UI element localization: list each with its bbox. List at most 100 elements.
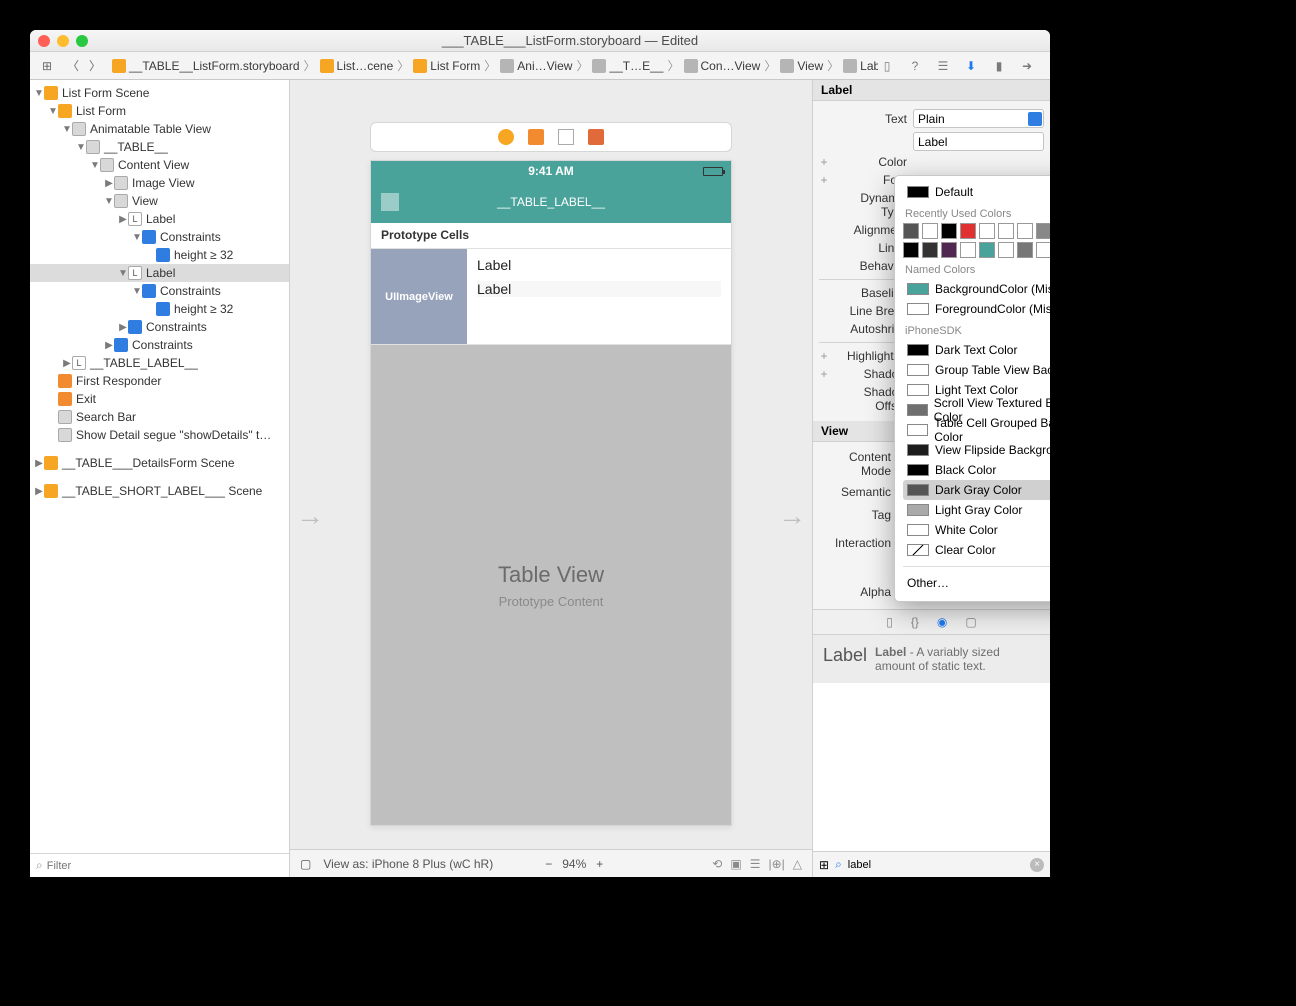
color-option[interactable]: View Flipside Background Color — [903, 440, 1050, 460]
outline-row[interactable]: ▼LLabel — [30, 264, 289, 282]
outline-row[interactable]: Show Detail segue "showDetails" t… — [30, 426, 289, 444]
outline-row[interactable]: First Responder — [30, 372, 289, 390]
breadcrumb-item[interactable]: Label — [843, 59, 878, 73]
view-as-label[interactable]: View as: iPhone 8 Plus (wC hR) — [323, 857, 493, 871]
color-option[interactable]: Clear Color — [903, 540, 1050, 560]
outline-row[interactable]: height ≥ 32 — [30, 246, 289, 264]
color-swatch[interactable] — [1017, 223, 1033, 239]
cell-image-view[interactable]: UIImageView — [371, 249, 467, 344]
filter-input[interactable] — [47, 860, 283, 872]
library-tabs[interactable]: ▯ {} ◉ ▢ — [813, 609, 1050, 635]
outline-row[interactable]: ▶L__TABLE_LABEL__ — [30, 354, 289, 372]
resolve-icon[interactable]: △ — [793, 857, 802, 871]
nav-back[interactable]: 〈 — [64, 57, 82, 75]
outline-row[interactable]: ▼Constraints — [30, 228, 289, 246]
outline-toggle-icon[interactable]: ⊞ — [38, 57, 56, 75]
color-option[interactable]: ForegroundColor (Missing) — [903, 299, 1050, 319]
color-swatch[interactable] — [922, 223, 938, 239]
color-option[interactable]: Black Color — [903, 460, 1050, 480]
outline-filter[interactable]: ⌕ — [30, 853, 289, 877]
pin-icon[interactable]: |⊕| — [768, 857, 784, 871]
color-swatch[interactable] — [979, 223, 995, 239]
update-frames-icon[interactable]: ⟲ — [712, 857, 722, 871]
outline-row[interactable]: ▶Constraints — [30, 318, 289, 336]
breadcrumb-item[interactable]: Ani…View — [500, 59, 572, 73]
outline-row[interactable]: ▶Image View — [30, 174, 289, 192]
lib-file-icon[interactable]: ▯ — [886, 615, 893, 629]
color-swatch[interactable] — [998, 242, 1014, 258]
color-swatch[interactable] — [903, 242, 919, 258]
text-value-field[interactable]: Label — [913, 132, 1044, 151]
color-option[interactable]: Dark Text Color — [903, 340, 1050, 360]
outline-row[interactable]: ▶Constraints — [30, 336, 289, 354]
attributes-inspector-icon[interactable]: ⬇ — [962, 57, 980, 75]
lib-code-icon[interactable]: {} — [911, 615, 919, 629]
recent-swatches-row1[interactable] — [903, 223, 1050, 239]
outline-row[interactable]: ▶__TABLE_SHORT_LABEL___ Scene — [30, 482, 289, 500]
color-option[interactable]: White Color — [903, 520, 1050, 540]
library-filter[interactable]: ⊞ ⌕ × — [813, 851, 1050, 877]
color-swatch[interactable] — [903, 223, 919, 239]
text-type-select[interactable]: Plain — [913, 109, 1044, 128]
outline-row[interactable]: ▼Constraints — [30, 282, 289, 300]
color-swatch[interactable] — [1017, 242, 1033, 258]
lib-object-icon[interactable]: ◉ — [937, 615, 947, 629]
add-color[interactable]: + — [819, 155, 829, 169]
color-swatch[interactable] — [922, 242, 938, 258]
scene-toolbar[interactable] — [370, 122, 732, 152]
color-swatch[interactable] — [960, 223, 976, 239]
color-option[interactable]: Table Cell Grouped Background Color — [903, 420, 1050, 440]
color-swatch[interactable] — [941, 242, 957, 258]
exit-icon[interactable] — [558, 129, 574, 145]
prototype-cell[interactable]: UIImageView Label Label — [371, 249, 731, 345]
color-option[interactable]: BackgroundColor (Missing) — [903, 279, 1050, 299]
color-option[interactable]: Light Gray Color — [903, 500, 1050, 520]
breadcrumb-item[interactable]: __TABLE__ListForm.storyboard — [112, 59, 300, 73]
identity-inspector-icon[interactable]: ☰ — [934, 57, 952, 75]
color-default[interactable]: Default — [903, 182, 1050, 202]
exit-icon-2[interactable] — [588, 129, 604, 145]
outline-row[interactable]: Search Bar — [30, 408, 289, 426]
vc-icon[interactable] — [498, 129, 514, 145]
clear-filter[interactable]: × — [1030, 858, 1044, 872]
outline-row[interactable]: ▼View — [30, 192, 289, 210]
add-font[interactable]: + — [819, 173, 829, 187]
align-icon[interactable]: ☰ — [750, 857, 761, 871]
outline-row[interactable]: Exit — [30, 390, 289, 408]
color-swatch[interactable] — [979, 242, 995, 258]
outline-row[interactable]: height ≥ 32 — [30, 300, 289, 318]
recent-swatches-row2[interactable] — [903, 242, 1050, 258]
lib-media-icon[interactable]: ▢ — [965, 615, 976, 629]
breadcrumb-item[interactable]: Con…View — [684, 59, 761, 73]
close-window[interactable] — [38, 35, 50, 47]
cell-label-1[interactable]: Label — [477, 257, 721, 273]
color-swatch[interactable] — [1036, 242, 1050, 258]
breadcrumb-item[interactable]: List Form — [413, 59, 480, 73]
breadcrumb-item[interactable]: View — [780, 59, 823, 73]
color-swatch[interactable] — [998, 223, 1014, 239]
zoom-in[interactable]: + — [596, 857, 603, 871]
nav-forward[interactable]: 〉 — [86, 57, 104, 75]
outline-tree[interactable]: ▼List Form Scene▼List Form▼Animatable Ta… — [30, 80, 289, 853]
color-option[interactable]: Dark Gray Color — [903, 480, 1050, 500]
connections-inspector-icon[interactable]: ➜ — [1018, 57, 1036, 75]
breadcrumb-item[interactable]: __T…E__ — [592, 59, 663, 73]
device-config-icon[interactable]: ▢ — [300, 857, 311, 871]
color-swatch[interactable] — [1036, 223, 1050, 239]
embed-icon[interactable]: ▣ — [730, 857, 741, 871]
color-picker-popover[interactable]: Default Recently Used Colors Named Color… — [894, 175, 1050, 602]
cell-label-2-selected[interactable]: Label — [477, 281, 721, 297]
help-inspector-icon[interactable]: ? — [906, 57, 924, 75]
library-filter-input[interactable] — [848, 859, 1024, 871]
breadcrumb-item[interactable]: List…cene — [320, 59, 394, 73]
zoom-out[interactable]: − — [545, 857, 552, 871]
color-swatch[interactable] — [941, 223, 957, 239]
outline-row[interactable]: ▶LLabel — [30, 210, 289, 228]
size-inspector-icon[interactable]: ▮ — [990, 57, 1008, 75]
inspector-tabs[interactable]: ▯ ? ☰ ⬇ ▮ ➜ — [878, 57, 1042, 75]
first-responder-icon[interactable] — [528, 129, 544, 145]
minimize-window[interactable] — [57, 35, 69, 47]
outline-row[interactable]: ▶__TABLE___DetailsForm Scene — [30, 454, 289, 472]
outline-row[interactable]: ▼Animatable Table View — [30, 120, 289, 138]
lib-grid-icon[interactable]: ⊞ — [819, 858, 829, 872]
